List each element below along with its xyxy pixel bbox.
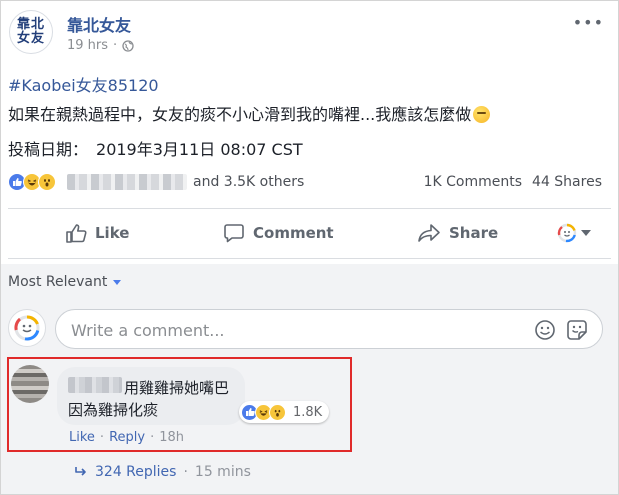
post-counts: 1K Comments 44 Shares <box>424 174 602 190</box>
comment-icon <box>224 224 244 243</box>
wow-reaction-icon <box>38 173 56 191</box>
post-body-text: 如果在親熱過程中，女友的痰不小心滑到我的嘴裡...我應該怎麼做 <box>8 105 472 124</box>
commenter-avatar[interactable] <box>11 365 49 403</box>
comment-input-box[interactable] <box>55 309 603 349</box>
replies-count: 324 Replies <box>95 464 177 480</box>
comment-label: Comment <box>253 224 334 242</box>
divider <box>8 208 611 209</box>
post-date-label: 投稿日期： <box>8 140 89 159</box>
user-avatar-icon <box>14 315 40 341</box>
avatar[interactable] <box>8 309 46 347</box>
comment-time[interactable]: 18h <box>159 430 184 445</box>
share-label: Share <box>449 224 499 242</box>
reaction-selector-icon <box>557 223 577 243</box>
sticker-icon[interactable] <box>566 319 588 341</box>
more-icon[interactable]: ••• <box>573 13 604 32</box>
blurred-commenter-name[interactable] <box>68 377 122 393</box>
shares-count[interactable]: 44 Shares <box>532 174 602 190</box>
comment-actions: Like · Reply · 18h <box>69 430 184 445</box>
comment-sort-dropdown[interactable]: Most Relevant <box>8 274 122 290</box>
thumbs-up-icon <box>66 224 87 243</box>
globe-icon <box>122 39 134 52</box>
divider <box>8 258 611 259</box>
post-body: 如果在親熱過程中，女友的痰不小心滑到我的嘴裡...我應該怎麼做 <box>8 101 491 125</box>
separator-dot: · <box>99 430 105 445</box>
chevron-down-icon <box>581 230 591 236</box>
reply-arrow-icon <box>75 467 86 476</box>
caret-down-icon <box>113 279 122 285</box>
comment-sort-label: Most Relevant <box>8 274 108 290</box>
reaction-summary[interactable]: and 3.5K others <box>8 172 304 192</box>
post-time[interactable]: 19 hrs <box>67 38 108 53</box>
page-avatar[interactable]: 靠北 女友 <box>9 10 53 54</box>
comment-reactions[interactable]: 1.8K <box>239 401 330 423</box>
reaction-others-text[interactable]: and 3.5K others <box>193 174 304 190</box>
page-logo-text-top: 靠北 <box>16 17 45 32</box>
thinking-emoji-icon <box>473 106 491 123</box>
post-date: 投稿日期： 2019年3月11日 08:07 CST <box>8 136 303 160</box>
reaction-selector-button[interactable] <box>557 222 591 244</box>
facebook-post: 靠北 女友 靠北女友 19 hrs · ••• #Kaobei女友85120 如… <box>0 0 619 495</box>
separator-dot: · <box>183 464 188 480</box>
share-button[interactable]: Share <box>417 222 498 244</box>
comment-input[interactable] <box>69 319 513 341</box>
comments-count[interactable]: 1K Comments <box>424 174 522 190</box>
blurred-reactor-names <box>67 174 187 190</box>
share-icon <box>418 224 440 242</box>
comment-reply-link[interactable]: Reply <box>109 430 145 445</box>
comment-text-line-2: 因為雞掃化痰 <box>68 401 159 419</box>
comment-text-line-1: 用雞雞掃她嘴巴 <box>124 379 230 397</box>
post-meta: 19 hrs · <box>67 38 134 53</box>
replies-time: 15 mins <box>194 464 251 480</box>
like-button[interactable]: Like <box>65 222 129 244</box>
emoji-icon[interactable] <box>534 319 556 341</box>
like-label: Like <box>95 224 130 242</box>
page-name-link[interactable]: 靠北女友 <box>67 12 131 36</box>
meta-separator: · <box>113 38 118 53</box>
comment-reaction-count: 1.8K <box>293 404 323 420</box>
comment-button[interactable]: Comment <box>223 222 334 244</box>
post-hashtag[interactable]: #Kaobei女友85120 <box>8 72 159 96</box>
comment-like-link[interactable]: Like <box>69 430 95 445</box>
separator-dot: · <box>150 430 155 445</box>
post-date-value: 2019年3月11日 08:07 CST <box>96 140 303 159</box>
wow-reaction-icon <box>269 403 286 421</box>
view-replies-link[interactable]: 324 Replies · 15 mins <box>74 464 251 480</box>
page-logo-text-bottom: 女友 <box>16 31 45 46</box>
